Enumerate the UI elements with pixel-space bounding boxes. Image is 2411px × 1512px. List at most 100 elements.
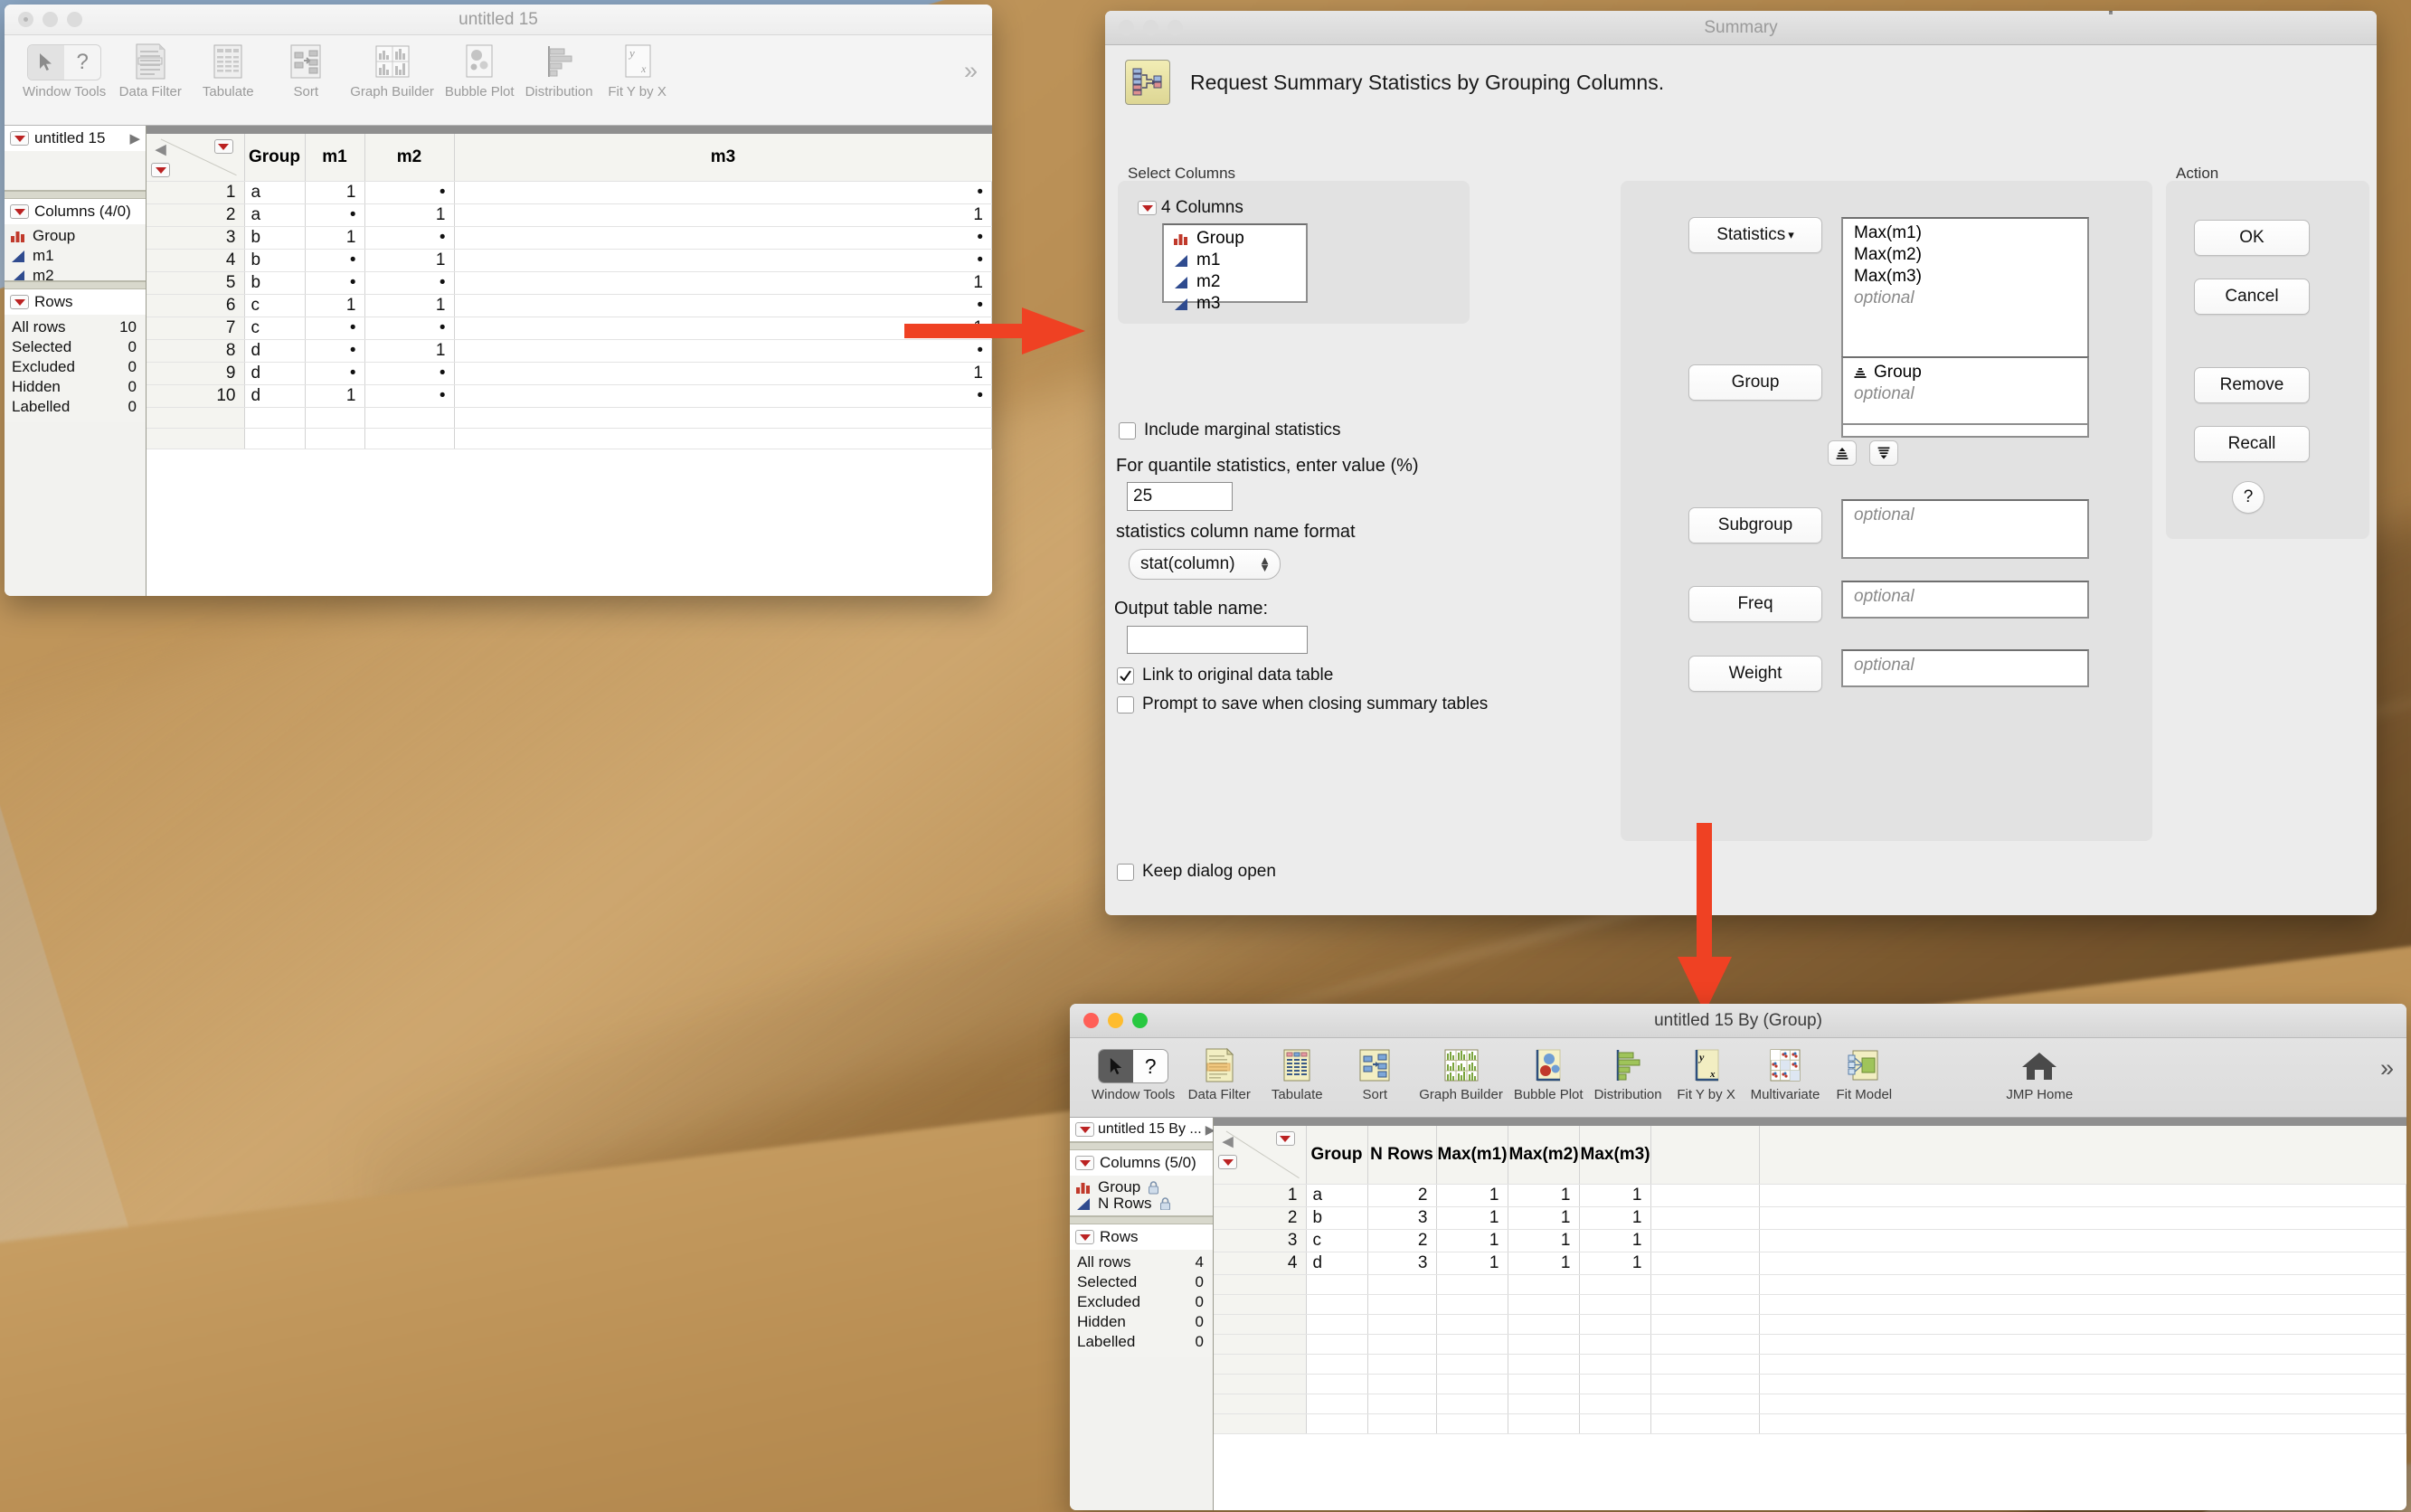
table-cell-empty[interactable] [305, 407, 365, 429]
close-button[interactable] [1083, 1013, 1099, 1028]
window2-toolbar[interactable]: ? Window Tools Data Filter Tabulate Sort… [1070, 1038, 2406, 1118]
table-cell-empty[interactable] [1214, 1314, 1307, 1335]
row-number-cell[interactable]: 5 [147, 271, 245, 295]
column-item-n-rows[interactable]: N Rows [1070, 1197, 1213, 1210]
row-number-cell[interactable]: 10 [147, 384, 245, 408]
row-number-cell[interactable]: 8 [147, 339, 245, 363]
table-cell-empty[interactable] [244, 407, 306, 429]
toolbar-item-tabulate[interactable]: Tabulate [1258, 1044, 1336, 1102]
table-cell[interactable]: • [364, 317, 455, 340]
table-panel[interactable]: untitled 15 ▶ [5, 126, 146, 191]
table-cell-empty[interactable] [1306, 1354, 1368, 1375]
group-list[interactable]: Group optional [1841, 356, 2089, 425]
table-cell-empty[interactable] [1436, 1413, 1508, 1434]
weight-list[interactable]: optional [1841, 649, 2089, 687]
table-cell-empty[interactable] [1650, 1252, 1760, 1275]
table-cell[interactable]: b [244, 226, 306, 250]
table-cell-empty[interactable] [1759, 1252, 2406, 1275]
row-number-cell[interactable]: 2 [1214, 1206, 1307, 1230]
table-cell-empty[interactable] [147, 407, 245, 429]
close-button[interactable] [1119, 20, 1134, 35]
table-cell[interactable]: c [244, 317, 306, 340]
table-cell[interactable]: • [305, 317, 365, 340]
table-cell[interactable]: • [454, 384, 992, 408]
window1-table[interactable]: ◀ Group m1 m2 m3 1 a 1 • • 2 a • 1 1 3 b 1 • • 4 b • 1 • 5 b •… [147, 134, 992, 449]
table-cell[interactable]: a [1306, 1184, 1368, 1207]
table-cell[interactable]: • [305, 271, 365, 295]
freq-list[interactable]: optional [1841, 581, 2089, 619]
cancel-button[interactable]: Cancel [2194, 279, 2310, 315]
table-row-empty[interactable] [1214, 1334, 2406, 1355]
table-row-empty[interactable] [1214, 1354, 2406, 1375]
red-triangle-icon[interactable] [1075, 1156, 1094, 1170]
table-cell-empty[interactable] [1436, 1294, 1508, 1315]
toolbar-item-data-filter[interactable]: Data Filter [1180, 1044, 1258, 1102]
table-cell-empty[interactable] [1579, 1394, 1651, 1414]
collapse-arrow-icon[interactable]: ◀ [156, 141, 166, 157]
prompt-save-checkbox[interactable] [1117, 695, 1134, 713]
table-row[interactable]: 3 b 1 • • [147, 226, 992, 250]
columns-panel[interactable]: Columns (4/0) Group m1 m2 [5, 199, 146, 281]
zoom-button[interactable] [1132, 1013, 1148, 1028]
grid-corner-cell[interactable]: ◀ [147, 134, 245, 182]
rows-panel[interactable]: Rows All rows 4 Selected 0 Excluded 0 Hidde… [1070, 1224, 1213, 1357]
window2-data-grid[interactable]: ◀ Group N Rows Max(m1) Max(m2) Max(m3) 1… [1214, 1118, 2406, 1510]
table-cell-empty[interactable] [1306, 1314, 1368, 1335]
toolbar-overflow-chevron[interactable]: » [964, 57, 978, 85]
column-header[interactable]: Group [1306, 1126, 1368, 1185]
table-row-empty[interactable] [1214, 1274, 2406, 1295]
table-cell-empty[interactable] [1650, 1294, 1760, 1315]
table-cell-empty[interactable] [1436, 1374, 1508, 1394]
table-cell-empty[interactable] [1306, 1394, 1368, 1414]
table-cell-empty[interactable] [1306, 1294, 1368, 1315]
list-item-m1[interactable]: m1 [1168, 250, 1306, 271]
row-number-cell[interactable]: 9 [147, 362, 245, 385]
table-cell-empty[interactable] [1306, 1334, 1368, 1355]
table-panel[interactable]: untitled 15 By ... ▶ [1070, 1118, 1215, 1142]
toolbar-item-fit-model[interactable]: Fit Model [1825, 1044, 1903, 1102]
list-item-group[interactable]: Group [1848, 362, 2087, 383]
columns-panel-header[interactable]: Columns (4/0) [5, 199, 146, 224]
table-cell-empty[interactable] [1579, 1413, 1651, 1434]
column-header[interactable]: m2 [364, 134, 455, 182]
table-row[interactable]: 3c2111 [1214, 1229, 2406, 1252]
window1-traffic-lights[interactable] [18, 12, 82, 27]
red-triangle-icon[interactable] [1275, 1131, 1295, 1146]
table-cell-empty[interactable] [1367, 1314, 1437, 1335]
window2-traffic-lights[interactable] [1083, 1013, 1148, 1028]
table-cell[interactable]: d [244, 339, 306, 363]
table-cell[interactable]: • [454, 181, 992, 204]
table-row[interactable]: 8 d • 1 • [147, 339, 992, 363]
toolbar-item-bubble-plot[interactable]: Bubble Plot [1508, 1044, 1589, 1102]
keep-open-row[interactable]: Keep dialog open [1117, 862, 1276, 882]
table-cell[interactable]: • [454, 249, 992, 272]
table-row-empty[interactable] [147, 428, 992, 449]
keep-dialog-open-checkbox[interactable] [1117, 863, 1134, 881]
table-row[interactable]: 7c••1 [147, 317, 992, 340]
table-cell-empty[interactable] [1214, 1413, 1307, 1434]
red-triangle-icon[interactable] [10, 295, 29, 309]
table-cell-empty[interactable] [1650, 1354, 1760, 1375]
row-number-cell[interactable]: 7 [147, 317, 245, 340]
column-item-group[interactable]: Group [5, 226, 146, 246]
include-marginal-statistics-row[interactable]: Include marginal statistics [1119, 421, 1341, 440]
list-item[interactable]: Max(m2) [1848, 244, 2087, 266]
list-item[interactable]: Max(m3) [1848, 266, 2087, 288]
table-row[interactable]: 6 c 1 1 • [147, 294, 992, 317]
help-button[interactable]: ? [2232, 481, 2264, 514]
red-triangle-icon[interactable] [1138, 201, 1157, 215]
table-cell[interactable]: 1 [305, 226, 365, 250]
table-cell-empty[interactable] [1579, 1334, 1651, 1355]
group-button[interactable]: Group [1688, 364, 1822, 401]
minimize-button[interactable] [1143, 20, 1158, 35]
available-columns-listbox[interactable]: Group m1 m2 m3 [1162, 223, 1308, 313]
list-item-m2[interactable]: m2 [1168, 271, 1306, 293]
table-cell-empty[interactable] [1306, 1413, 1368, 1434]
table-cell-empty[interactable] [1759, 1294, 2406, 1315]
table-cell-empty[interactable] [1436, 1314, 1508, 1335]
column-header[interactable]: Max(m3) [1579, 1126, 1651, 1185]
summary-dialog[interactable]: Summary Request Summary Statistics by Gr… [1105, 11, 2377, 915]
table-cell-empty[interactable] [1436, 1354, 1508, 1375]
freq-button[interactable]: Freq [1688, 586, 1822, 622]
red-triangle-icon[interactable] [213, 139, 233, 154]
